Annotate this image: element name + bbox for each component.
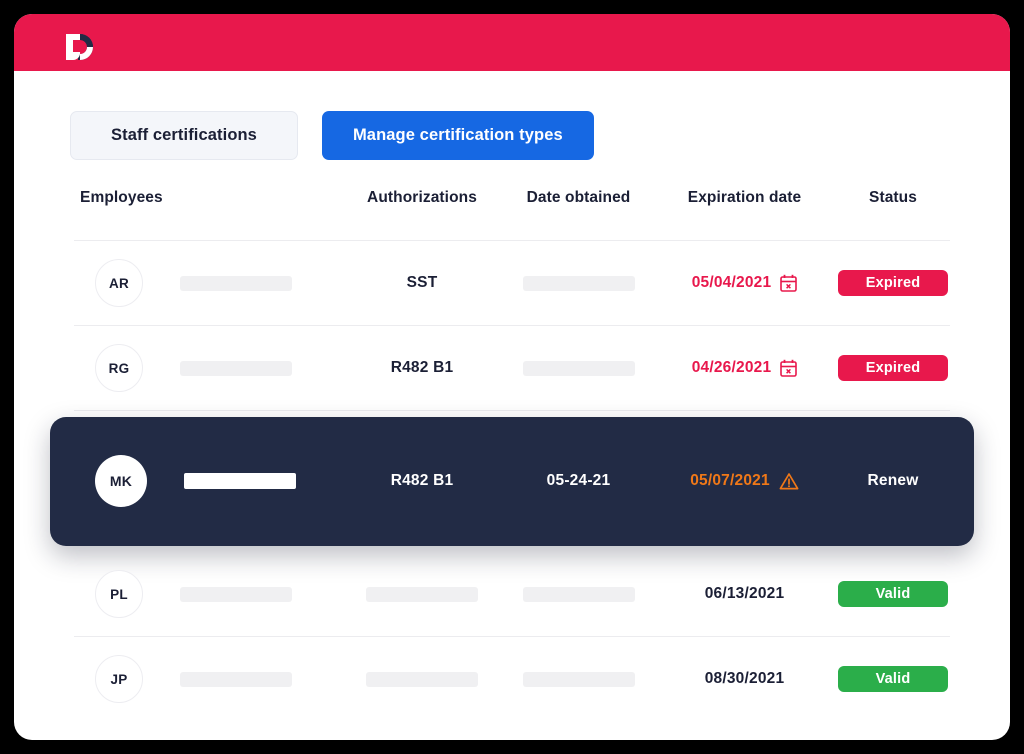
column-header-expiration-date: Expiration date	[687, 188, 802, 206]
employee-name-placeholder	[180, 586, 292, 602]
date-obtained-cell	[500, 586, 657, 602]
authorization-placeholder	[366, 671, 478, 687]
employee-name-placeholder	[180, 671, 292, 687]
date-obtained-placeholder	[522, 586, 635, 602]
date-obtained-placeholder	[522, 275, 635, 291]
screen: Staff certifications Manage certificatio…	[0, 0, 1024, 754]
status-cell: Renew	[832, 472, 954, 490]
expiration-date-cell: 08/30/2021	[657, 670, 832, 688]
date-obtained-cell	[500, 275, 657, 291]
employee-name-placeholder	[180, 275, 292, 291]
employee-cell: PL	[70, 570, 344, 618]
expiration-date-cell: 05/04/2021	[657, 274, 832, 292]
table-row[interactable]: PL 06/13/2021 Valid	[70, 552, 954, 637]
expiration-date-value: 08/30/2021	[704, 670, 785, 687]
status-cell: Expired	[832, 355, 954, 381]
status-cell: Valid	[832, 581, 954, 607]
brand-bar	[14, 14, 1010, 71]
column-header-date-obtained: Date obtained	[526, 188, 631, 206]
authorization-placeholder	[366, 586, 478, 602]
status-badge: Expired	[838, 270, 948, 296]
employee-cell: RG	[70, 344, 344, 392]
expiration-date-cell: 05/07/2021	[657, 472, 832, 491]
date-obtained-placeholder	[522, 671, 635, 687]
table-row[interactable]: AR SST 05/04/2021 Expired	[70, 241, 954, 326]
manage-certification-types-button[interactable]: Manage certification types	[321, 111, 594, 160]
employee-name-placeholder	[180, 360, 292, 376]
certifications-table: Employees Authorizations Date obtained E…	[50, 189, 974, 722]
expiration-date-value: 05/04/2021	[691, 274, 772, 291]
status-action-label[interactable]: Renew	[868, 472, 919, 490]
toolbar: Staff certifications Manage certificatio…	[70, 71, 954, 160]
avatar: JP	[95, 655, 143, 703]
authorization-cell: R482 B1	[390, 472, 454, 489]
date-obtained-cell: 05-24-21	[546, 472, 611, 489]
card-body: Staff certifications Manage certificatio…	[14, 71, 1010, 722]
status-cell: Valid	[832, 666, 954, 692]
date-obtained-cell	[500, 360, 657, 376]
status-cell: Expired	[832, 270, 954, 296]
app-card: Staff certifications Manage certificatio…	[14, 14, 1010, 740]
status-badge: Valid	[838, 666, 948, 692]
column-header-status: Status	[869, 188, 917, 206]
avatar: RG	[95, 344, 143, 392]
table-row-selected[interactable]: MK R482 B1 05-24-21 05/07/2021 Renew	[50, 416, 974, 546]
date-obtained-placeholder	[522, 360, 635, 376]
authorization-cell: SST	[406, 274, 438, 291]
expiration-date-value: 04/26/2021	[691, 359, 772, 376]
authorization-cell	[344, 671, 500, 687]
employee-cell: AR	[70, 259, 344, 307]
calendar-x-icon	[780, 274, 798, 292]
expiration-date-value: 06/13/2021	[704, 585, 785, 602]
column-header-employees: Employees	[80, 188, 163, 206]
employee-name-placeholder	[184, 473, 296, 489]
date-obtained-cell	[500, 671, 657, 687]
status-badge: Valid	[838, 581, 948, 607]
expiration-date-cell: 04/26/2021	[657, 359, 832, 377]
calendar-x-icon	[780, 359, 798, 377]
status-badge: Expired	[838, 355, 948, 381]
expiration-date-value: 05/07/2021	[690, 472, 770, 489]
letter-d-logo-icon	[58, 30, 98, 66]
employee-cell: JP	[70, 655, 344, 703]
authorization-cell	[344, 586, 500, 602]
column-header-authorizations: Authorizations	[367, 188, 477, 206]
employee-cell: MK	[50, 455, 344, 507]
authorization-cell: R482 B1	[390, 359, 454, 376]
avatar: AR	[95, 259, 143, 307]
table-row[interactable]: RG R482 B1 04/26/2021 Expired	[70, 326, 954, 411]
staff-certifications-button[interactable]: Staff certifications	[70, 111, 298, 160]
table-row[interactable]: JP 08/30/2021 Valid	[70, 637, 954, 722]
avatar: PL	[95, 570, 143, 618]
warning-triangle-icon	[779, 472, 799, 491]
avatar: MK	[95, 455, 147, 507]
table-header-row: Employees Authorizations Date obtained E…	[70, 189, 954, 241]
expiration-date-cell: 06/13/2021	[657, 585, 832, 603]
